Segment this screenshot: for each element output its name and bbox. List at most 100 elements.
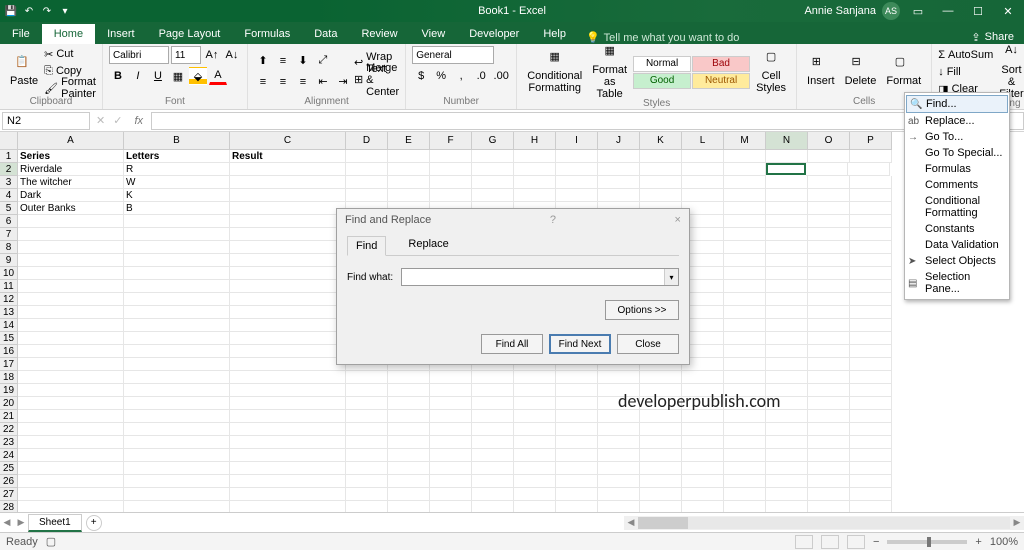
cell[interactable] xyxy=(808,319,850,332)
cell[interactable] xyxy=(18,293,124,306)
column-header[interactable]: J xyxy=(598,132,640,150)
cell[interactable] xyxy=(682,150,724,163)
style-good[interactable]: Good xyxy=(633,73,691,89)
cell[interactable] xyxy=(124,358,230,371)
cell[interactable] xyxy=(430,384,472,397)
cell[interactable] xyxy=(388,163,430,176)
cell[interactable] xyxy=(346,501,388,512)
cell[interactable] xyxy=(18,215,124,228)
cell[interactable] xyxy=(808,449,850,462)
cell[interactable] xyxy=(230,358,346,371)
column-header[interactable]: C xyxy=(230,132,346,150)
cell[interactable] xyxy=(230,241,346,254)
menu-selection-pane[interactable]: ▤Selection Pane... xyxy=(905,269,1009,297)
column-header[interactable]: D xyxy=(346,132,388,150)
cell[interactable] xyxy=(18,267,124,280)
cell[interactable]: Result xyxy=(230,150,346,163)
row-header[interactable]: 11 xyxy=(0,280,18,293)
chevron-down-icon[interactable]: ▾ xyxy=(664,269,678,285)
menu-constants[interactable]: Constants xyxy=(905,221,1009,237)
column-header[interactable]: E xyxy=(388,132,430,150)
cell[interactable] xyxy=(724,488,766,501)
page-layout-view-button[interactable] xyxy=(821,535,839,549)
find-what-input[interactable]: ▾ xyxy=(401,268,679,286)
undo-icon[interactable]: ↶ xyxy=(22,4,36,18)
cell[interactable] xyxy=(766,150,808,163)
cell[interactable] xyxy=(124,371,230,384)
cell[interactable] xyxy=(850,254,892,267)
cell[interactable] xyxy=(230,397,346,410)
zoom-level[interactable]: 100% xyxy=(990,536,1018,548)
cell-styles-button[interactable]: ▢Cell Styles xyxy=(752,50,790,94)
cell[interactable] xyxy=(18,384,124,397)
cell[interactable] xyxy=(124,306,230,319)
cell[interactable]: Dark xyxy=(18,189,124,202)
cell[interactable] xyxy=(640,488,682,501)
cell[interactable] xyxy=(230,436,346,449)
cell[interactable] xyxy=(346,163,388,176)
cell[interactable] xyxy=(472,163,514,176)
cell[interactable] xyxy=(556,488,598,501)
align-right-button[interactable]: ≡ xyxy=(294,73,312,91)
cell[interactable] xyxy=(124,332,230,345)
cell[interactable] xyxy=(230,384,346,397)
cell[interactable] xyxy=(514,488,556,501)
cell[interactable] xyxy=(808,384,850,397)
cell[interactable] xyxy=(472,150,514,163)
cell[interactable] xyxy=(850,332,892,345)
cell[interactable] xyxy=(124,319,230,332)
cell[interactable] xyxy=(472,449,514,462)
cell[interactable] xyxy=(430,436,472,449)
find-next-button[interactable]: Find Next xyxy=(549,334,611,354)
cell[interactable] xyxy=(808,332,850,345)
column-header[interactable]: H xyxy=(514,132,556,150)
cell[interactable] xyxy=(230,306,346,319)
cell[interactable] xyxy=(850,189,892,202)
format-painter-button[interactable]: 🖌Format Painter xyxy=(44,80,96,96)
menu-conditional-formatting[interactable]: Conditional Formatting xyxy=(905,193,1009,221)
cell[interactable] xyxy=(766,488,808,501)
cell[interactable]: Letters xyxy=(124,150,230,163)
cell[interactable] xyxy=(230,189,346,202)
macro-record-icon[interactable]: ▢ xyxy=(46,535,56,548)
share-button[interactable]: ⇪ Share xyxy=(971,31,1024,44)
cell[interactable] xyxy=(124,410,230,423)
cell[interactable] xyxy=(724,345,766,358)
cell[interactable] xyxy=(514,384,556,397)
cell[interactable] xyxy=(230,410,346,423)
bold-button[interactable]: B xyxy=(109,67,127,85)
cell[interactable] xyxy=(724,241,766,254)
cell[interactable] xyxy=(430,501,472,512)
cell[interactable] xyxy=(124,241,230,254)
tab-review[interactable]: Review xyxy=(349,24,409,44)
cell[interactable] xyxy=(598,488,640,501)
cell[interactable] xyxy=(682,449,724,462)
cell[interactable] xyxy=(850,345,892,358)
cell[interactable] xyxy=(808,371,850,384)
cell[interactable] xyxy=(682,371,724,384)
cell[interactable] xyxy=(766,202,808,215)
conditional-formatting-button[interactable]: ▦Conditional Formatting xyxy=(523,50,586,94)
orientation-button[interactable]: ⤢ xyxy=(314,52,332,70)
cell[interactable] xyxy=(346,436,388,449)
cell[interactable] xyxy=(850,306,892,319)
autosum-button[interactable]: ΣAutoSum xyxy=(938,47,993,63)
cell[interactable] xyxy=(388,410,430,423)
cell[interactable] xyxy=(18,319,124,332)
cell[interactable] xyxy=(514,397,556,410)
cut-button[interactable]: ✂Cut xyxy=(44,46,96,62)
cell[interactable] xyxy=(18,475,124,488)
cell[interactable] xyxy=(388,436,430,449)
cell[interactable] xyxy=(682,501,724,512)
cell[interactable] xyxy=(472,475,514,488)
increase-indent-button[interactable]: ⇥ xyxy=(334,73,352,91)
column-header[interactable]: F xyxy=(430,132,472,150)
cell[interactable]: R xyxy=(124,163,230,176)
cell[interactable] xyxy=(346,176,388,189)
cell[interactable] xyxy=(514,150,556,163)
cell[interactable] xyxy=(850,228,892,241)
decrease-font-button[interactable]: A↓ xyxy=(223,46,241,64)
cell[interactable] xyxy=(230,215,346,228)
currency-button[interactable]: $ xyxy=(412,67,430,85)
cell[interactable] xyxy=(18,449,124,462)
